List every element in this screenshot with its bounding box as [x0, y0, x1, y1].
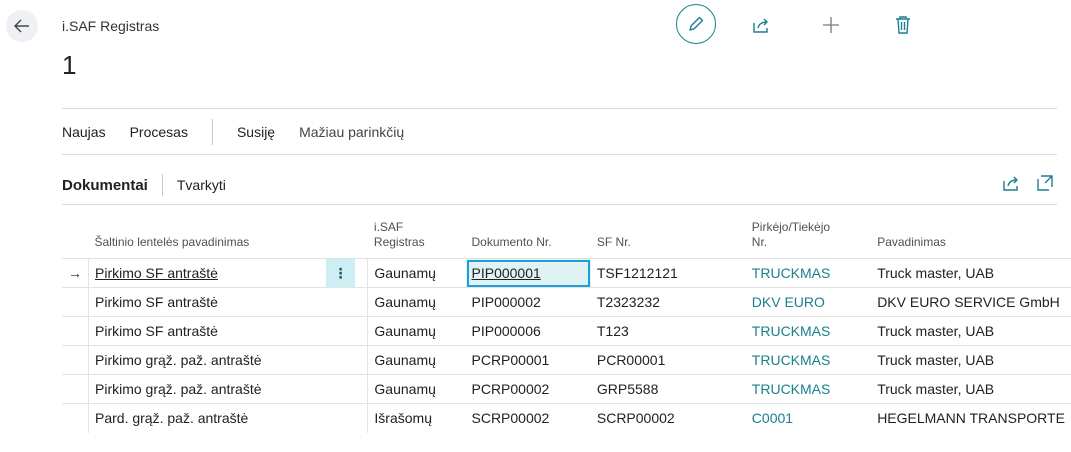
- cell-table-name[interactable]: Pirkimo SF antraštė: [88, 287, 326, 317]
- cell-register[interactable]: Išrašomų: [367, 403, 466, 433]
- delete-button[interactable]: [892, 14, 914, 36]
- part-header: Dokumentai Tvarkyti: [62, 174, 226, 196]
- new-button[interactable]: [820, 14, 842, 36]
- cell-table-name[interactable]: Pard. grąž. paž. antraštė: [88, 403, 326, 433]
- table-row[interactable]: Pirkimo grąž. paž. antraštė Gaunamų PCRP…: [62, 374, 1071, 404]
- col-header-inv-no[interactable]: SF Nr.: [591, 220, 746, 259]
- cell-inv-no[interactable]: GRP5588: [590, 374, 746, 404]
- part-manage[interactable]: Tvarkyti: [177, 177, 226, 193]
- cell-table-name[interactable]: Pirkimo SF antraštė: [88, 316, 326, 346]
- col-header-name[interactable]: Pavadinimas: [871, 220, 1071, 259]
- cell-register[interactable]: Gaunamų: [367, 374, 466, 404]
- table-header-row: Šaltinio lentelės pavadinimas i.SAF Regis…: [62, 220, 1071, 259]
- expand-icon: [1037, 175, 1053, 191]
- cell-party-no[interactable]: TRUCKMAS: [745, 316, 872, 346]
- col-header-register[interactable]: i.SAF Registras: [368, 220, 466, 259]
- cell-name[interactable]: Truck master, UAB: [871, 258, 1071, 288]
- cell-party-no[interactable]: C0001: [745, 403, 872, 433]
- cell-doc-no[interactable]: PIP000002: [465, 287, 591, 317]
- table-row[interactable]: Pirkimo SF antraštė Gaunamų PIP000002 T2…: [62, 287, 1071, 317]
- cell-inv-no[interactable]: TSF1212121: [590, 258, 746, 288]
- col-header-doc-no[interactable]: Dokumento Nr.: [466, 220, 591, 259]
- cell-inv-no[interactable]: T123: [590, 316, 746, 346]
- divider: [62, 154, 1057, 155]
- action-new[interactable]: Naujas: [62, 124, 106, 140]
- cell-table-name[interactable]: Pirkimo grąž. paž. antraštė: [88, 345, 326, 375]
- cell-register[interactable]: Gaunamų: [367, 258, 466, 288]
- part-expand-button[interactable]: [1034, 172, 1056, 194]
- page-caption: i.SAF Registras: [62, 18, 160, 34]
- share-icon: [1003, 176, 1018, 191]
- share-button[interactable]: [750, 14, 772, 36]
- edit-button[interactable]: [676, 4, 716, 44]
- action-fewer-options[interactable]: Mažiau parinkčių: [299, 124, 404, 140]
- cell-party-no[interactable]: TRUCKMAS: [745, 374, 872, 404]
- cell-register[interactable]: Gaunamų: [367, 287, 466, 317]
- part-separator: [161, 174, 163, 196]
- row-indicator-arrow-icon: →: [62, 258, 89, 288]
- cell-name[interactable]: Truck master, UAB: [871, 316, 1071, 346]
- cell-name[interactable]: Truck master, UAB: [871, 345, 1071, 375]
- cell-party-no[interactable]: TRUCKMAS: [745, 258, 872, 288]
- cell-doc-no[interactable]: PCRP00001: [465, 345, 591, 375]
- plus-icon: [823, 17, 839, 33]
- divider: [62, 108, 1057, 109]
- action-process[interactable]: Procesas: [130, 124, 188, 140]
- table-row[interactable]: → Pirkimo SF antraštė ⋮ Gaunamų PIP00000…: [62, 258, 1071, 288]
- cell-party-no[interactable]: TRUCKMAS: [745, 345, 872, 375]
- table-row[interactable]: Pirkimo SF antraštė Gaunamų PIP000006 T1…: [62, 316, 1071, 346]
- action-separator: [211, 119, 213, 145]
- back-arrow-icon: [14, 19, 29, 33]
- cell-doc-no[interactable]: SCRP00002: [465, 403, 591, 433]
- cell-inv-no[interactable]: PCR00001: [590, 345, 746, 375]
- action-bar: Naujas Procesas Susiję Mažiau parinkčių: [62, 118, 428, 146]
- cell-doc-no[interactable]: PCRP00002: [465, 374, 591, 404]
- cell-name[interactable]: DKV EURO SERVICE GmbH: [871, 287, 1071, 317]
- part-title[interactable]: Dokumentai: [62, 177, 148, 194]
- documents-table: Šaltinio lentelės pavadinimas i.SAF Regis…: [62, 220, 1071, 433]
- table-row[interactable]: Pirkimo grąž. paž. antraštė Gaunamų PCRP…: [62, 345, 1071, 375]
- trash-icon: [896, 16, 910, 34]
- back-button[interactable]: [6, 10, 38, 42]
- cell-party-no[interactable]: DKV EURO: [745, 287, 872, 317]
- cell-doc-no[interactable]: PIP000006: [465, 316, 591, 346]
- action-related[interactable]: Susiję: [237, 124, 275, 140]
- cell-register[interactable]: Gaunamų: [367, 345, 466, 375]
- divider: [62, 204, 1057, 205]
- cell-inv-no[interactable]: SCRP00002: [590, 403, 746, 433]
- cell-doc-no[interactable]: PIP000001: [465, 258, 591, 288]
- share-icon: [753, 18, 768, 33]
- cell-name[interactable]: HEGELMANN TRANSPORTE: [871, 403, 1071, 433]
- col-header-table-name[interactable]: Šaltinio lentelės pavadinimas: [89, 220, 326, 259]
- part-share-button[interactable]: [1000, 172, 1022, 194]
- cell-name[interactable]: Truck master, UAB: [871, 374, 1071, 404]
- cell-register[interactable]: Gaunamų: [367, 316, 466, 346]
- cell-table-name[interactable]: Pirkimo SF antraštė: [95, 265, 218, 281]
- record-title: 1: [62, 50, 77, 80]
- table-row[interactable]: Pard. grąž. paž. antraštė Išrašomų SCRP0…: [62, 403, 1071, 433]
- cell-table-name[interactable]: Pirkimo grąž. paž. antraštė: [88, 374, 326, 404]
- pencil-icon: [689, 16, 704, 31]
- cell-inv-no[interactable]: T2323232: [590, 287, 746, 317]
- col-header-party-no[interactable]: Pirkėjo/Tiekėjo Nr.: [746, 220, 871, 259]
- row-menu-icon[interactable]: ⋮: [325, 258, 356, 288]
